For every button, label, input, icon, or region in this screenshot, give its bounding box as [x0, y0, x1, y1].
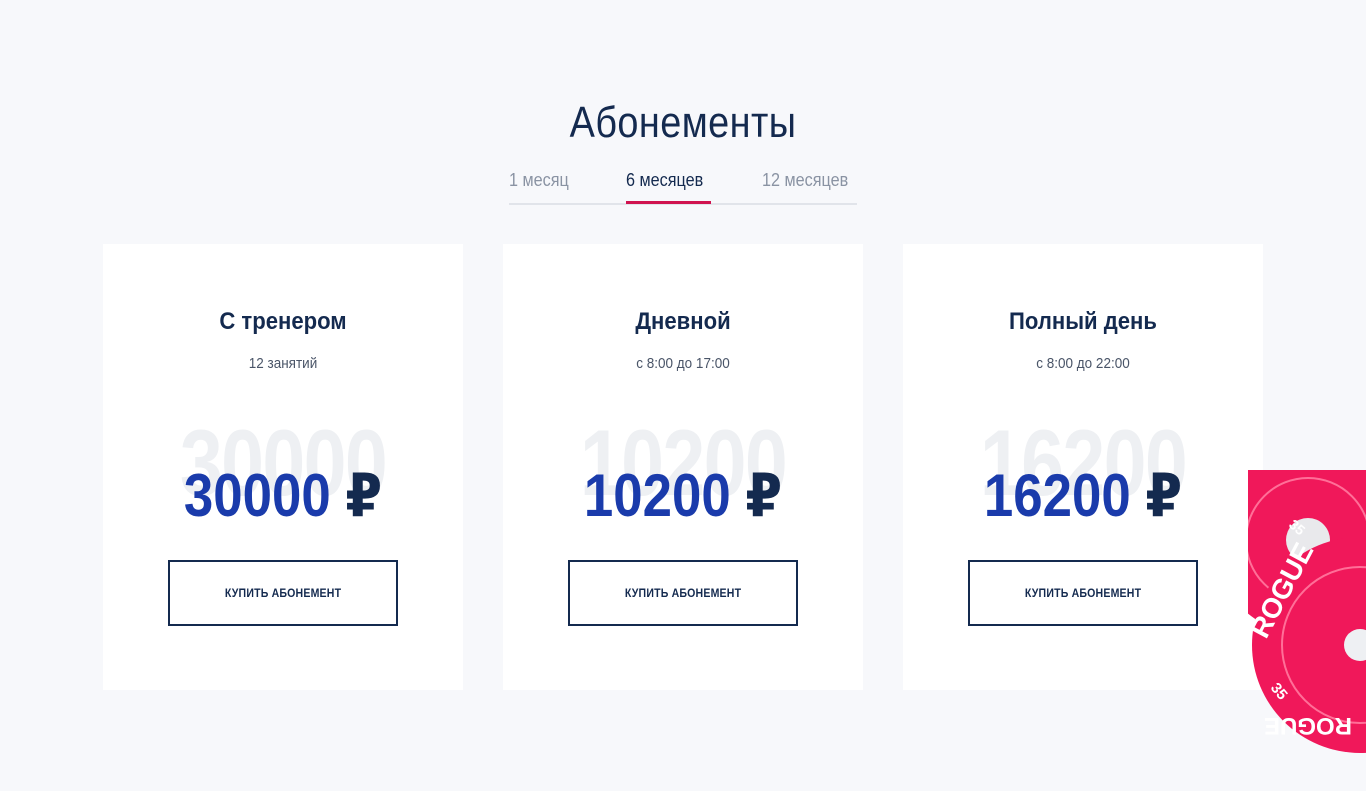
card-title: Полный день [1009, 308, 1157, 335]
card-subtitle: 12 занятий [248, 355, 318, 372]
buy-subscription-button[interactable]: КУПИТЬ АБОНЕМЕНТ [968, 560, 1198, 626]
card-subtitle: с 8:00 до 17:00 [636, 355, 730, 372]
buy-subscription-button[interactable]: КУПИТЬ АБОНЕМЕНТ [568, 560, 798, 626]
active-tab-indicator [626, 201, 711, 204]
buy-button-label: КУПИТЬ АБОНЕМЕНТ [224, 586, 342, 600]
card-subtitle: с 8:00 до 22:00 [1036, 355, 1130, 372]
pricing-card-full-day: Полный день с 8:00 до 22:00 16200 16200 … [903, 244, 1263, 690]
buy-subscription-button[interactable]: КУПИТЬ АБОНЕМЕНТ [168, 560, 398, 626]
tab-12-months[interactable]: 12 месяцев [762, 170, 848, 203]
price: 10200 ₽ [525, 466, 842, 526]
section-title: Абонементы [569, 98, 797, 147]
buy-button-label: КУПИТЬ АБОНЕМЕНТ [1024, 586, 1142, 600]
price-amount: 16200 [983, 462, 1131, 529]
pricing-card-trainer: С тренером 12 занятий 30000 30000 ₽ КУПИ… [103, 244, 463, 690]
currency-symbol: ₽ [745, 462, 783, 529]
currency-symbol: ₽ [345, 462, 383, 529]
tab-1-month[interactable]: 1 месяц [509, 170, 569, 203]
card-title: С тренером [219, 308, 347, 335]
price: 30000 ₽ [125, 466, 442, 526]
pricing-card-daytime: Дневной с 8:00 до 17:00 10200 10200 ₽ КУ… [503, 244, 863, 690]
buy-button-label: КУПИТЬ АБОНЕМЕНТ [624, 586, 742, 600]
price-amount: 30000 [183, 462, 331, 529]
tab-6-months[interactable]: 6 месяцев [626, 170, 703, 203]
weight-plate-icon: 35 ROGUE 35 ROGUE [1248, 470, 1366, 753]
card-title: Дневной [635, 308, 731, 335]
price-amount: 10200 [583, 462, 731, 529]
plate-brand-label-bottom: ROGUE [1264, 712, 1352, 739]
weight-plate-image: 35 ROGUE 35 ROGUE [1248, 470, 1366, 791]
price: 16200 ₽ [925, 466, 1242, 526]
currency-symbol: ₽ [1145, 462, 1183, 529]
period-tabs: 1 месяц 6 месяцев 12 месяцев [509, 170, 857, 205]
